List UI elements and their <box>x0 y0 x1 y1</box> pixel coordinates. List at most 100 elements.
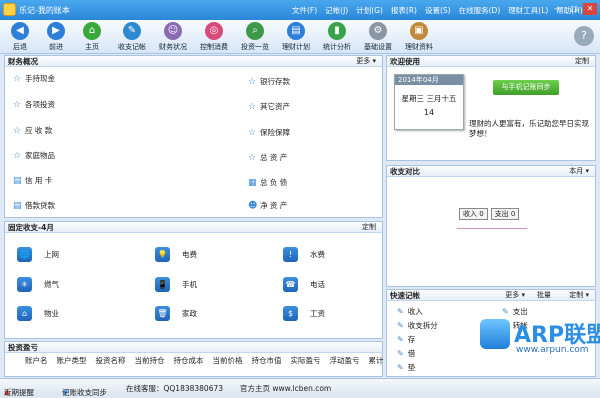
finance-item[interactable]: ☆ 银行存款 <box>248 76 290 87</box>
quick-income[interactable]: ✎ 收入 <box>397 306 423 317</box>
item-label: 手持现金 <box>25 74 55 83</box>
finance-item[interactable]: ☆ 手持现金 <box>13 73 55 84</box>
fixed-item-internet[interactable]: 🌐 上网 <box>17 247 59 262</box>
batch-link[interactable]: 批量 <box>537 290 551 301</box>
record-icon: ✎ <box>123 22 141 40</box>
calendar-widget: 2014年04月 星期三 三月十五 14 <box>394 74 464 130</box>
expense-total: 支出 0 <box>490 208 520 220</box>
column-header[interactable]: 账户名 <box>25 355 48 366</box>
finance-item[interactable]: ☆ 总 资 产 <box>248 152 287 163</box>
item-label: 手机 <box>182 280 197 289</box>
help-icon[interactable]: ? <box>574 26 594 46</box>
item-label: 总 负 债 <box>260 178 288 187</box>
item-label: 其它资产 <box>260 102 290 111</box>
item-label: 电费 <box>182 250 197 259</box>
panel-title: 财务概况 <box>8 57 38 66</box>
toolbar: ◀ 后退 ▶ 前进 ⌂ 主页 ✎ 收支记帐 ☺ 财务状况 ◎ 控制消费 ⌕ 投资一览 ▤ 理财计… <box>0 20 600 54</box>
customize-link[interactable]: 定制 <box>575 56 589 67</box>
fixed-item-electric[interactable]: 💡 电费 <box>155 247 197 262</box>
finance-item[interactable]: ☆ 各项投资 <box>13 99 55 110</box>
menu-plan[interactable]: 计划(G) <box>356 5 383 16</box>
finance-item[interactable]: ☆ 保险保障 <box>248 127 290 138</box>
dollar-icon: $ <box>283 306 298 321</box>
calendar-day: 14 <box>423 108 435 117</box>
finance-item[interactable]: ☆ 应 收 款 <box>13 125 52 136</box>
column-header[interactable]: 持仓成本 <box>174 355 204 366</box>
customize-link[interactable]: 定制 <box>362 222 376 233</box>
investment-table-header: 账户名 账户类型 投资名称 当前持仓 持仓成本 当前价格 持仓市值 实际盈亏 浮… <box>5 355 384 366</box>
menu-report[interactable]: 报表(R) <box>391 5 417 16</box>
finance-item[interactable]: ☆ 其它资产 <box>248 101 290 112</box>
item-label: 存 <box>407 335 416 344</box>
fixed-item-water[interactable]: ! 水费 <box>283 247 325 262</box>
quick-split[interactable]: ✎ 收支拆分 <box>397 320 438 331</box>
homepage-link[interactable]: 官方主页 www.lcben.com <box>240 383 331 394</box>
quick-advance[interactable]: ✎ 垫 <box>397 362 415 373</box>
minimize-button[interactable]: — <box>551 3 565 15</box>
plan-button[interactable]: ▤ 理财计划 <box>276 22 316 52</box>
fixed-items-panel: 固定收支-4月 定制 🌐 上网 💡 电费 ! 水费 ✳ 燃气 📱 手机 ☎ 电话 ⌂ 物业 🗑 家… <box>4 221 383 339</box>
finance-item[interactable]: ▤ 借款贷款 <box>13 200 55 211</box>
building-icon: ⌂ <box>17 306 32 321</box>
close-button[interactable]: ✕ <box>583 3 597 15</box>
fixed-item-gas[interactable]: ✳ 燃气 <box>17 277 59 292</box>
item-label: 收入 <box>407 307 423 316</box>
finance-item[interactable]: ☻ 净 资 产 <box>248 200 287 211</box>
fixed-item-property[interactable]: ⌂ 物业 <box>17 306 59 321</box>
column-header[interactable]: 累计 <box>369 355 384 366</box>
investment-button[interactable]: ⌕ 投资一览 <box>235 22 275 52</box>
investment-panel: 投资盈亏 账户名 账户类型 投资名称 当前持仓 持仓成本 当前价格 持仓市值 实… <box>4 341 384 377</box>
column-header[interactable]: 当前持仓 <box>135 355 165 366</box>
back-arrow-icon: ◀ <box>11 22 29 40</box>
item-label: 借 <box>407 349 416 358</box>
phone-icon: 📱 <box>155 277 170 292</box>
mobile-sync-button[interactable]: 与手机记账同步 <box>493 80 559 95</box>
column-header[interactable]: 浮动盈亏 <box>330 355 360 366</box>
finance-status-button[interactable]: ☺ 财务状况 <box>153 22 193 52</box>
fixed-item-telephone[interactable]: ☎ 电话 <box>283 277 325 292</box>
toolbar-label: 前进 <box>49 43 63 51</box>
more-dropdown[interactable]: 更多 ▾ <box>505 290 525 301</box>
menu-settings[interactable]: 设置(S) <box>425 5 451 16</box>
home-icon: ⌂ <box>83 22 101 40</box>
home-button[interactable]: ⌂ 主页 <box>72 22 112 52</box>
settings-button[interactable]: ⚙ 基础设置 <box>358 22 398 52</box>
arp-watermark: ARP联盟 www.arpun.com <box>480 315 600 378</box>
quick-deposit[interactable]: ✎ 存 <box>397 334 415 345</box>
item-label: 物业 <box>44 309 59 318</box>
star-icon: ☆ <box>13 99 22 110</box>
menu-online[interactable]: 在线服务(D) <box>459 5 501 16</box>
finance-item[interactable]: ☆ 家庭物品 <box>13 150 55 161</box>
pen-icon: ✎ <box>397 321 404 330</box>
fixed-item-mobile[interactable]: 📱 手机 <box>155 277 197 292</box>
column-header[interactable]: 实际盈亏 <box>291 355 321 366</box>
menu-file[interactable]: 文件(F) <box>292 5 317 16</box>
column-header[interactable]: 当前价格 <box>213 355 243 366</box>
sync-label: 记账收支同步 <box>62 388 107 397</box>
item-label: 家庭物品 <box>25 151 55 160</box>
fixed-item-salary[interactable]: $ 工资 <box>283 306 325 321</box>
arp-logo-icon <box>480 319 510 349</box>
forward-button[interactable]: ▶ 前进 <box>36 22 76 52</box>
column-header[interactable]: 账户类型 <box>57 355 87 366</box>
menu-record[interactable]: 记帐(J) <box>325 5 348 16</box>
column-header[interactable]: 持仓市值 <box>252 355 282 366</box>
fixed-item-housekeeping[interactable]: 🗑 家政 <box>155 306 197 321</box>
quick-borrow[interactable]: ✎ 借 <box>397 348 415 359</box>
more-dropdown[interactable]: 更多 ▾ <box>356 56 376 67</box>
finance-item[interactable]: ▦ 总 负 债 <box>248 177 287 188</box>
period-dropdown[interactable]: 本月 ▾ <box>569 166 589 177</box>
record-button[interactable]: ✎ 收支记帐 <box>112 22 152 52</box>
star-icon: ☆ <box>13 73 22 84</box>
pen-icon: ✎ <box>397 335 404 344</box>
customize-dropdown[interactable]: 定制 ▾ <box>569 290 589 301</box>
control-spending-button[interactable]: ◎ 控制消费 <box>194 22 234 52</box>
maximize-button[interactable]: □ <box>567 3 581 15</box>
resources-button[interactable]: ▣ 理财资料 <box>399 22 439 52</box>
statistics-button[interactable]: ▮ 统计分析 <box>317 22 357 52</box>
bulb-icon: 💡 <box>155 247 170 262</box>
back-button[interactable]: ◀ 后退 <box>0 22 40 52</box>
finance-item[interactable]: ▤ 信 用 卡 <box>13 175 52 186</box>
column-header[interactable]: 投资名称 <box>96 355 126 366</box>
menu-tools[interactable]: 理财工具(L) <box>508 5 548 16</box>
